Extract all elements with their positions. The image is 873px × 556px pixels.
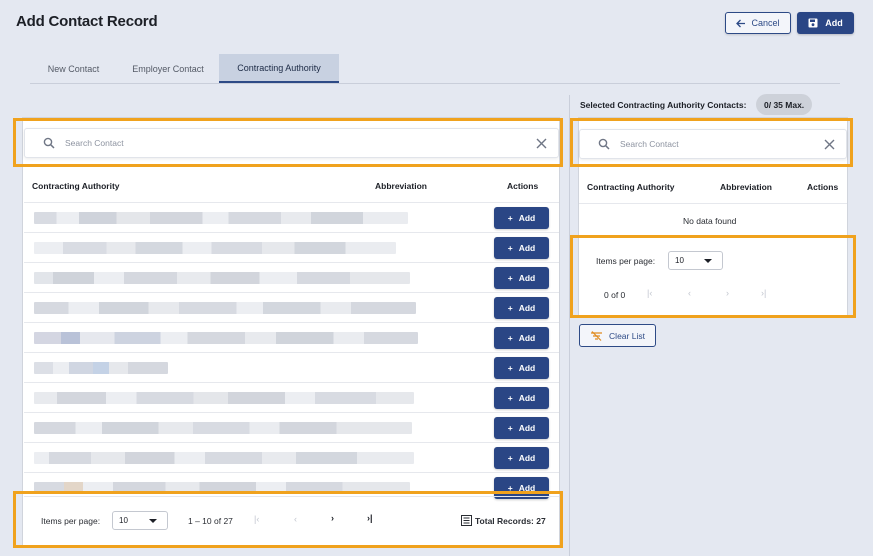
search-icon (43, 137, 55, 149)
column-header-actions: Actions (507, 181, 539, 191)
plus-icon: + (507, 213, 513, 223)
clear-filter-icon (591, 330, 603, 341)
tab-new-contact[interactable]: New Contact (30, 54, 117, 83)
save-icon (808, 18, 818, 28)
obscured-authority-name (34, 332, 418, 344)
plus-icon: + (507, 243, 513, 253)
add-contact-button[interactable]: Add (797, 12, 854, 34)
page-title: Add Contact Record (16, 13, 158, 30)
add-row-button[interactable]: + Add (494, 327, 549, 349)
list-icon (461, 515, 472, 526)
obscured-authority-name (34, 212, 408, 224)
authority-table-body: + Add + Add + Add + Add + Add + Add + Add + Add (24, 203, 559, 499)
search-icon (598, 138, 610, 150)
search-placeholder: Search Contact (65, 138, 124, 148)
items-per-page-select[interactable]: 10 (112, 511, 168, 530)
plus-icon: + (507, 423, 513, 433)
first-page-icon[interactable]: |‹ (647, 288, 652, 298)
obscured-authority-name (34, 272, 410, 284)
add-label: Add (825, 18, 843, 28)
chevron-down-icon (149, 519, 157, 523)
table-row: + Add (24, 323, 559, 353)
right-search-input[interactable]: Search Contact (579, 129, 847, 159)
last-page-icon[interactable]: ›| (367, 513, 373, 523)
add-row-button[interactable]: + Add (494, 207, 549, 229)
items-per-page-label: Items per page: (596, 256, 656, 266)
tab-bar: New Contact Employer Contact Contracting… (30, 54, 840, 84)
obscured-authority-name (34, 392, 414, 404)
obscured-authority-name (34, 242, 396, 254)
table-row: + Add (24, 473, 559, 499)
obscured-authority-name (34, 452, 414, 464)
last-page-icon[interactable]: ›| (761, 288, 766, 298)
prev-page-icon[interactable]: ‹ (688, 288, 691, 298)
table-row: + Add (24, 443, 559, 473)
left-search-input[interactable]: Search Contact (24, 128, 559, 158)
plus-icon: + (507, 273, 513, 283)
clear-search-icon[interactable] (536, 138, 547, 149)
selected-contacts-label: Selected Contracting Authority Contacts: (580, 100, 747, 110)
add-row-button[interactable]: + Add (494, 297, 549, 319)
add-row-button[interactable]: + Add (494, 417, 549, 439)
obscured-authority-name (34, 302, 416, 314)
table-row: + Add (24, 383, 559, 413)
plus-icon: + (507, 483, 513, 493)
arrow-left-icon (736, 19, 746, 27)
pagination-range: 0 of 0 (604, 290, 626, 300)
search-placeholder: Search Contact (620, 139, 679, 149)
obscured-authority-name (34, 482, 410, 494)
plus-icon: + (507, 453, 513, 463)
clear-list-button[interactable]: Clear List (579, 324, 656, 347)
items-per-page-label: Items per page: (41, 516, 101, 526)
cancel-button[interactable]: Cancel (725, 12, 791, 34)
prev-page-icon[interactable]: ‹ (294, 514, 297, 524)
chevron-down-icon (704, 259, 712, 263)
plus-icon: + (507, 393, 513, 403)
items-per-page-select[interactable]: 10 (668, 251, 723, 270)
selected-count-badge: 0/ 35 Max. (756, 94, 813, 115)
column-header-abbreviation: Abbreviation (375, 181, 427, 191)
table-row: + Add (24, 413, 559, 443)
next-page-icon[interactable]: › (331, 513, 334, 523)
column-header-actions: Actions (807, 182, 839, 192)
footer-divider (24, 496, 559, 497)
column-header-authority: Contracting Authority (587, 182, 675, 192)
first-page-icon[interactable]: |‹ (254, 514, 259, 524)
obscured-authority-name (34, 362, 168, 374)
pagination-range: 1 – 10 of 27 (188, 516, 233, 526)
add-row-button[interactable]: + Add (494, 447, 549, 469)
add-row-button[interactable]: + Add (494, 387, 549, 409)
tab-employer-contact[interactable]: Employer Contact (117, 54, 219, 83)
add-row-button[interactable]: + Add (494, 237, 549, 259)
table-row: + Add (24, 353, 559, 383)
row-divider (579, 235, 847, 236)
panel-divider (569, 95, 570, 556)
obscured-authority-name (34, 422, 412, 434)
clear-search-icon[interactable] (824, 139, 835, 150)
column-header-abbreviation: Abbreviation (720, 182, 772, 192)
next-page-icon[interactable]: › (726, 288, 729, 298)
empty-message: No data found (683, 216, 737, 226)
table-row: + Add (24, 203, 559, 233)
column-header-authority: Contracting Authority (32, 181, 120, 191)
tab-contracting-authority[interactable]: Contracting Authority (219, 54, 339, 83)
table-row: + Add (24, 293, 559, 323)
table-row: + Add (24, 233, 559, 263)
cancel-label: Cancel (751, 18, 780, 28)
plus-icon: + (507, 333, 513, 343)
table-row: + Add (24, 263, 559, 293)
header-divider (579, 203, 847, 204)
add-row-button[interactable]: + Add (494, 267, 549, 289)
plus-icon: + (507, 303, 513, 313)
plus-icon: + (507, 363, 513, 373)
add-row-button[interactable]: + Add (494, 357, 549, 379)
total-records: Total Records: 27 (475, 516, 546, 526)
